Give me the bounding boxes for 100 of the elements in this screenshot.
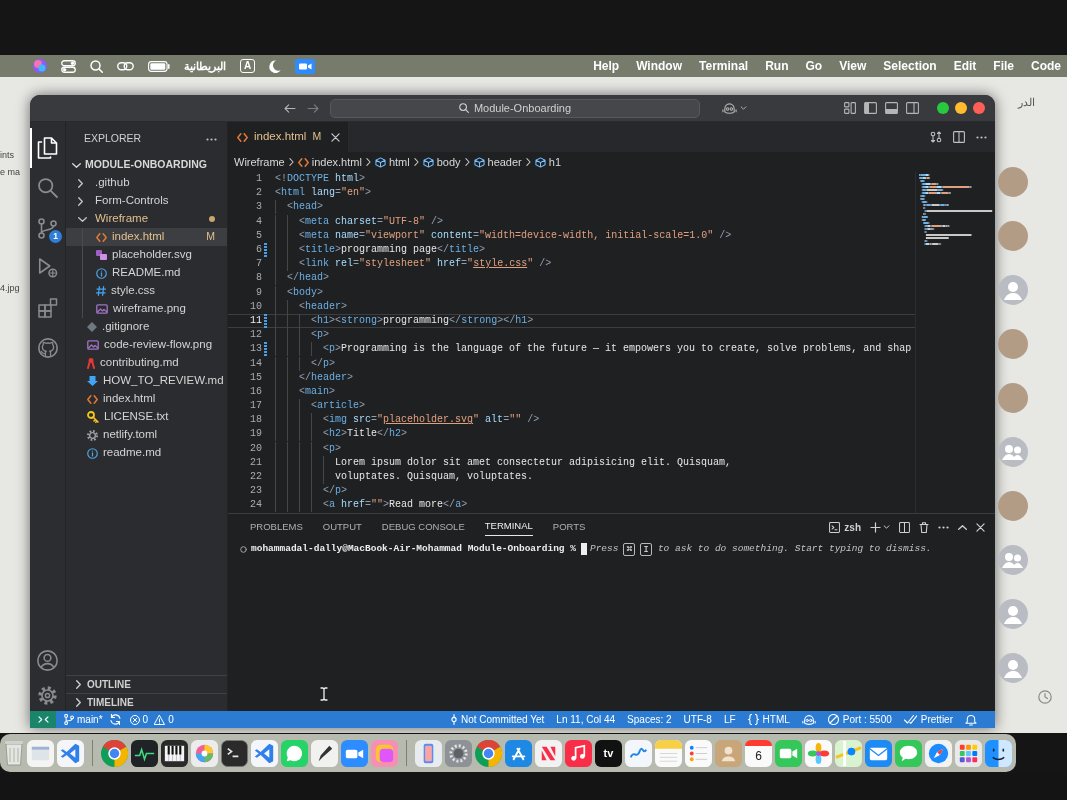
robot-face-icon[interactable]: [801, 713, 816, 726]
menu-item[interactable]: Help: [593, 57, 620, 75]
explorer-entry[interactable]: .gitignore: [66, 318, 227, 336]
app-store-icon[interactable]: [505, 739, 532, 767]
port-item[interactable]: Port : 5500: [827, 712, 892, 727]
chevron-right-icon[interactable]: [76, 680, 81, 689]
menu-item[interactable]: Go: [805, 57, 823, 75]
chevron-right-icon[interactable]: [78, 196, 83, 206]
battery-icon[interactable]: [148, 60, 170, 72]
explorer-entry[interactable]: code-review-flow.png: [66, 336, 227, 354]
panel-tab[interactable]: TERMINAL: [484, 518, 533, 536]
input-source-label[interactable]: البريطانية: [184, 57, 226, 75]
input-letter-box[interactable]: A: [240, 59, 256, 73]
language-mode-item[interactable]: HTML: [747, 712, 790, 727]
chevron-right-icon[interactable]: [78, 178, 83, 188]
folder-item[interactable]: Form-Controls: [66, 192, 227, 210]
explorer-entry[interactable]: contributing.md: [66, 354, 227, 372]
menu-item[interactable]: Window: [636, 57, 683, 75]
panel-tab[interactable]: DEBUG CONSOLE: [381, 518, 465, 536]
breadcrumb-item[interactable]: body: [422, 153, 461, 171]
account-icon[interactable]: [37, 650, 58, 671]
bell-icon[interactable]: [965, 713, 977, 726]
video-camera-icon[interactable]: [295, 58, 316, 74]
piano-keys-icon[interactable]: [161, 739, 188, 767]
app-grid-icon[interactable]: [955, 739, 982, 767]
menu-item[interactable]: Selection: [883, 57, 937, 75]
layout-grid-icon[interactable]: [844, 102, 856, 114]
prettier-item[interactable]: Prettier: [903, 712, 953, 727]
left-panel-icon[interactable]: [864, 102, 877, 114]
checklist-icon[interactable]: [685, 739, 712, 767]
explorer-entry[interactable]: style.css: [66, 282, 227, 300]
history-icon[interactable]: [1038, 689, 1052, 704]
compare-changes-icon[interactable]: [930, 131, 942, 143]
explorer-entry[interactable]: index.html: [66, 390, 227, 408]
back-arrow-icon[interactable]: [284, 103, 296, 113]
more-icon[interactable]: [938, 525, 949, 529]
phone-icon[interactable]: [415, 739, 442, 767]
search-icon[interactable]: [37, 178, 58, 198]
breadcrumb-item[interactable]: Wireframe: [234, 153, 285, 171]
caret-icon[interactable]: [883, 525, 890, 529]
bottom-panel-icon[interactable]: [885, 102, 898, 114]
chevron-down-icon[interactable]: [72, 162, 81, 168]
terminal-icon[interactable]: [221, 739, 248, 767]
panel-tab[interactable]: PROBLEMS: [250, 518, 303, 536]
panel-tab[interactable]: PORTS: [552, 518, 586, 536]
color-wheel-icon[interactable]: [191, 739, 218, 767]
menu-item[interactable]: Terminal: [699, 57, 749, 75]
fullscreen-button[interactable]: [937, 102, 949, 114]
more-icon[interactable]: [206, 137, 217, 141]
toggles-icon[interactable]: [61, 59, 76, 73]
breadcrumb-item[interactable]: html: [374, 153, 410, 171]
cursor-position-item[interactable]: Ln 11, Col 44: [556, 712, 616, 727]
close-button[interactable]: [973, 102, 985, 114]
menu-item[interactable]: Edit: [953, 57, 977, 75]
settings-icon[interactable]: [38, 686, 57, 705]
trash-icon[interactable]: [919, 521, 929, 533]
search-icon[interactable]: [90, 59, 103, 73]
cat-logo-icon[interactable]: [37, 338, 58, 358]
explorer-entry[interactable]: README.md: [66, 264, 227, 282]
files-icon[interactable]: [37, 137, 58, 159]
explorer-entry[interactable]: index.html M: [66, 228, 227, 246]
right-panel-icon[interactable]: [906, 102, 919, 114]
flower-icon[interactable]: [805, 739, 832, 767]
window-thumbnail-icon[interactable]: [27, 739, 54, 767]
sync-icon[interactable]: [109, 714, 121, 725]
folder-item[interactable]: .github: [66, 174, 227, 192]
explorer-entry[interactable]: readme.md: [66, 444, 227, 462]
menu-item[interactable]: Run: [765, 57, 789, 75]
two-tone-face-icon[interactable]: [985, 739, 1012, 767]
menu-item[interactable]: Code: [1031, 57, 1061, 75]
branch-icon[interactable]: [38, 217, 57, 239]
menu-item[interactable]: File: [993, 57, 1014, 75]
breadcrumb-item[interactable]: h1: [534, 153, 562, 171]
plus-icon[interactable]: [870, 521, 881, 533]
music-note-icon[interactable]: [565, 739, 592, 767]
moon-icon[interactable]: [269, 59, 282, 73]
folder-item[interactable]: Wireframe: [66, 210, 227, 228]
breadcrumb-item[interactable]: index.html: [297, 153, 362, 171]
map-icon[interactable]: [835, 739, 862, 767]
explorer-entry[interactable]: wireframe.png: [66, 300, 227, 318]
split-icon[interactable]: [899, 521, 910, 533]
close-icon[interactable]: [976, 522, 985, 532]
gear-icon[interactable]: [445, 739, 472, 767]
code-editor-icon[interactable]: [251, 739, 278, 767]
line-ending-item[interactable]: LF: [723, 712, 736, 727]
compass-icon[interactable]: [925, 739, 952, 767]
caret-icon[interactable]: [740, 106, 747, 110]
explorer-entry[interactable]: HOW_TO_REVIEW.md: [66, 372, 227, 390]
code-editor-icon[interactable]: [57, 739, 84, 767]
squiggle-icon[interactable]: [625, 739, 652, 767]
breadcrumb-item[interactable]: header: [473, 153, 522, 171]
video-call-icon[interactable]: [775, 739, 802, 767]
split-editor-icon[interactable]: [953, 131, 965, 143]
branch-button[interactable]: main*: [64, 712, 103, 727]
tv-app-icon[interactable]: tv: [595, 739, 622, 767]
chevron-right-icon[interactable]: [76, 698, 81, 707]
terminal-profile-button[interactable]: zsh: [829, 519, 861, 535]
calendar-icon[interactable]: 6: [745, 739, 772, 767]
indentation-item[interactable]: Spaces: 2: [627, 712, 672, 727]
linked-loops-icon[interactable]: [117, 61, 134, 71]
